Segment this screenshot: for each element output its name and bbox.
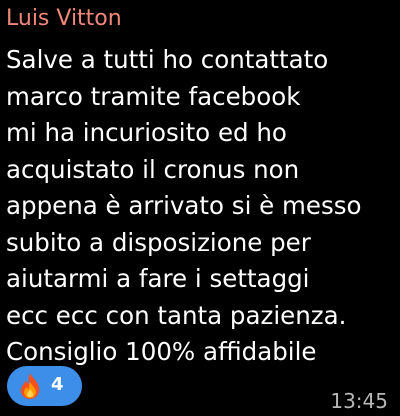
message-line: mi ha incuriosito ed ho — [6, 118, 287, 147]
message-line: ecc ecc con tanta pazienza. — [6, 300, 347, 330]
message-line: aiutarmi a fare i settaggi — [6, 264, 310, 293]
message-timestamp: 13:45 — [330, 389, 388, 413]
message-line: appena è arrivato si è messo — [6, 191, 362, 220]
message-line: Consiglio 100% affidabile — [6, 337, 317, 366]
message-line: marco tramite facebook — [6, 81, 301, 111]
message-bubble: Luis Vitton Salve a tutti ho contattato … — [0, 0, 400, 416]
message-line: subito a disposizione per — [6, 227, 311, 257]
message-text: Salve a tutti ho contattato marco tramit… — [6, 42, 396, 371]
message-line: Salve a tutti ho contattato — [6, 45, 329, 74]
reaction-button[interactable]: 4 — [7, 366, 82, 406]
fire-icon — [20, 373, 40, 399]
message-line: acquistato il cronus non — [6, 154, 300, 184]
reaction-count: 4 — [51, 374, 64, 395]
sender-name[interactable]: Luis Vitton — [6, 4, 122, 34]
